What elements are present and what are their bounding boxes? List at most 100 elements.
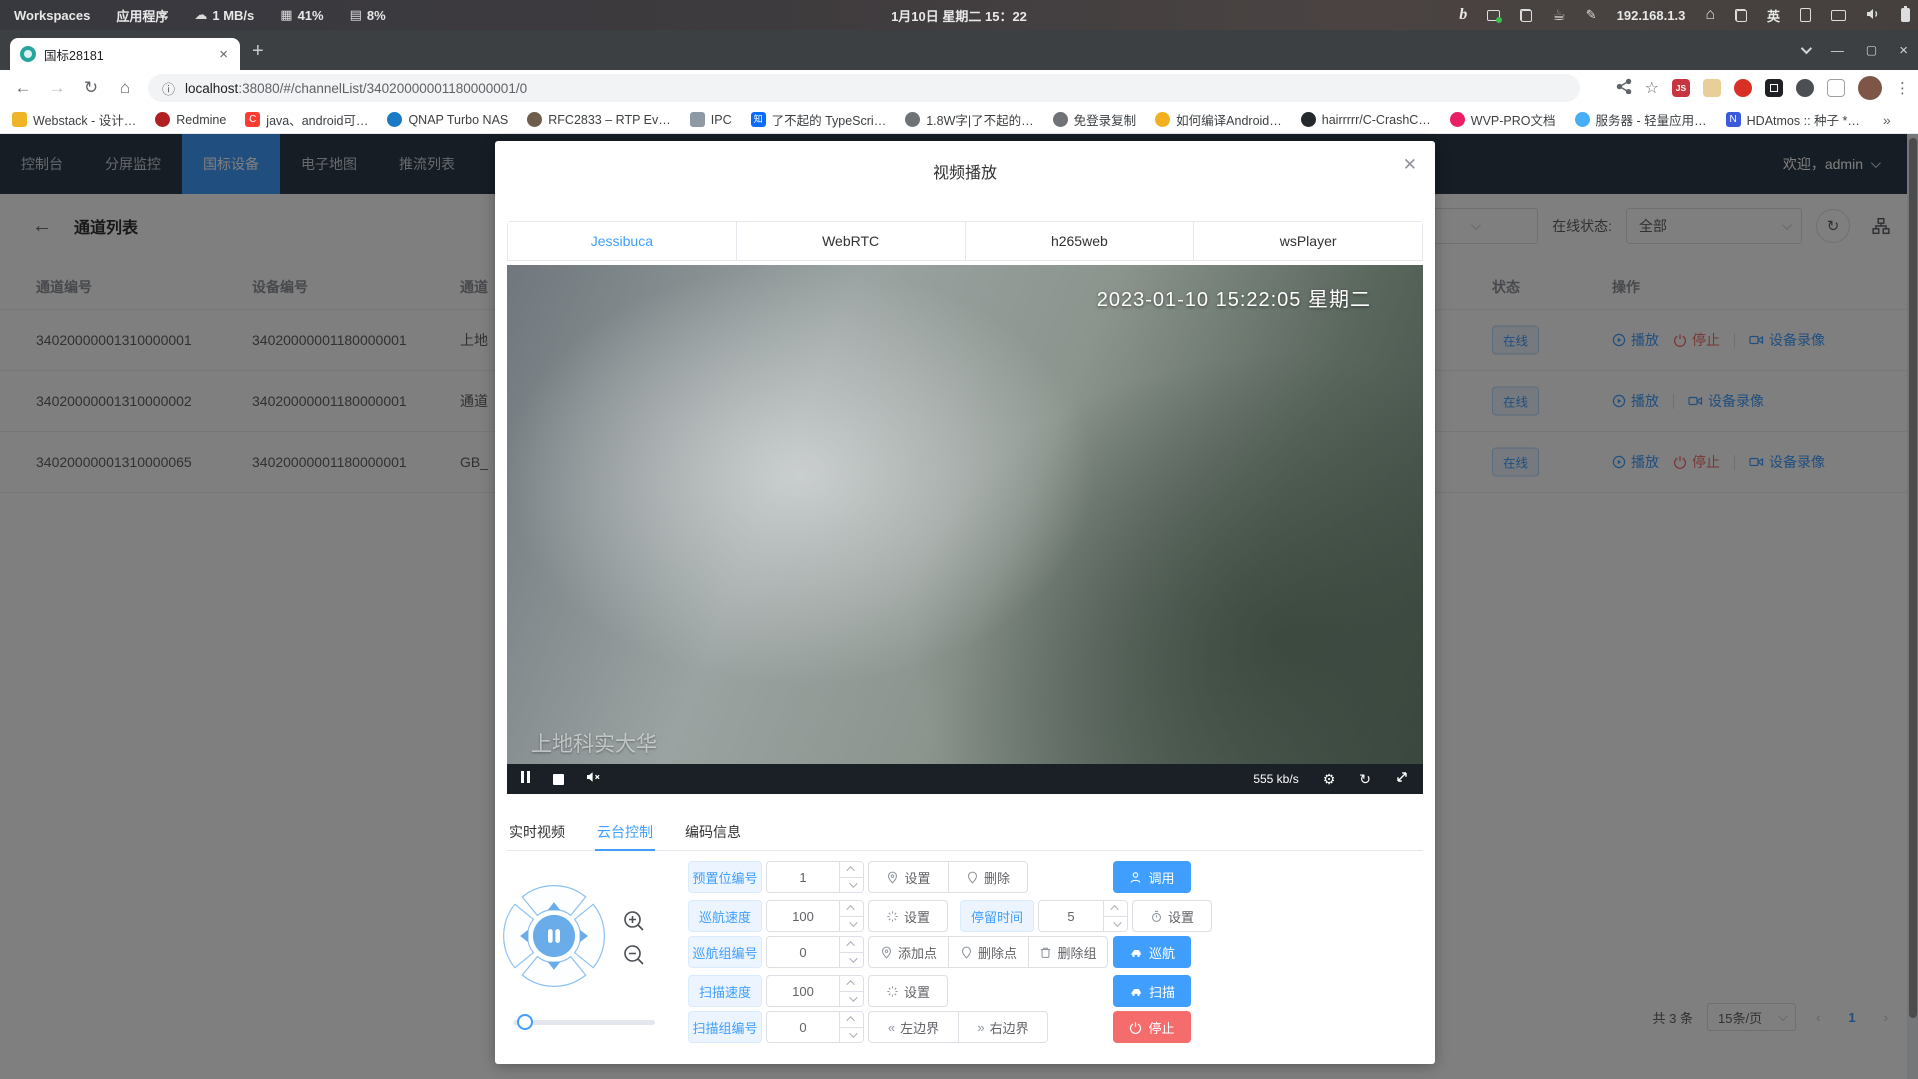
- bookmark-wvp-docs[interactable]: WVP-PRO文档: [1450, 110, 1556, 129]
- spinner-down-icon[interactable]: [849, 1029, 857, 1037]
- pause-button[interactable]: [519, 770, 531, 788]
- ptz-speed-slider[interactable]: [513, 1014, 655, 1030]
- bookmarks-overflow-button[interactable]: »: [1883, 112, 1891, 128]
- profile-avatar[interactable]: [1858, 76, 1882, 100]
- address-bar[interactable]: ⓘ localhost:38080/#/channelList/34020000…: [148, 74, 1580, 102]
- ip-address-indicator[interactable]: 192.168.1.3: [1617, 8, 1686, 23]
- bookmark-github[interactable]: hairrrrr/C-CrashC…: [1301, 112, 1431, 127]
- ptz-left-button[interactable]: [504, 904, 534, 967]
- tab-close-icon[interactable]: ×: [215, 46, 232, 63]
- input-method-indicator[interactable]: 英: [1767, 6, 1780, 25]
- add-point-button[interactable]: 添加点: [868, 936, 948, 968]
- color-picker-tray-icon[interactable]: ✎: [1586, 7, 1597, 23]
- number-spinner[interactable]: [1103, 901, 1127, 931]
- workspaces-button[interactable]: Workspaces: [14, 8, 90, 23]
- stay-time-field[interactable]: [1039, 901, 1103, 931]
- spinner-down-icon[interactable]: [849, 993, 857, 1001]
- tab-encoding-info[interactable]: 编码信息: [683, 813, 743, 850]
- home-button[interactable]: ⌂: [108, 78, 142, 98]
- bookmark-redmine[interactable]: Redmine: [155, 112, 226, 127]
- delete-group-button[interactable]: 删除组: [1028, 936, 1108, 968]
- mute-button[interactable]: [586, 770, 602, 789]
- extension-frame-icon[interactable]: [1827, 79, 1845, 97]
- cpu-usage-indicator[interactable]: ▦ 41%: [280, 7, 323, 23]
- right-boundary-button[interactable]: »右边界: [958, 1011, 1048, 1043]
- scan-group-input[interactable]: [766, 1011, 864, 1043]
- spinner-down-icon[interactable]: [849, 918, 857, 926]
- video-canvas[interactable]: 2023-01-10 15:22:05 星期二 上地科实大华: [507, 265, 1423, 764]
- notes-tray-icon[interactable]: [1487, 10, 1500, 21]
- forward-button[interactable]: →: [40, 78, 74, 98]
- spinner-down-icon[interactable]: [1113, 918, 1121, 926]
- home-tray-icon[interactable]: ⌂: [1705, 6, 1715, 24]
- extensions-puzzle-icon[interactable]: [1796, 79, 1814, 97]
- stay-time-set-button[interactable]: 设置: [1132, 900, 1212, 932]
- volume-icon[interactable]: [1866, 7, 1881, 24]
- ptz-down-button[interactable]: [522, 957, 585, 987]
- stop-button[interactable]: [553, 774, 564, 785]
- spinner-up-icon[interactable]: [846, 1016, 854, 1024]
- coffee-tray-icon[interactable]: ☕: [1552, 6, 1565, 24]
- window-maximize-button[interactable]: ▢: [1866, 43, 1877, 57]
- preset-number-input[interactable]: [766, 861, 864, 893]
- ptz-up-button[interactable]: [522, 886, 585, 916]
- scan-group-field[interactable]: [767, 1012, 839, 1042]
- bookmark-18w[interactable]: 1.8W字|了不起的…: [905, 110, 1033, 129]
- bookmark-hdatmos[interactable]: NHDAtmos :: 种子 *…: [1726, 110, 1860, 129]
- extension-adblock-icon[interactable]: [1734, 79, 1752, 97]
- tab-wsplayer[interactable]: wsPlayer: [1194, 222, 1422, 260]
- cruise-speed-field[interactable]: [767, 901, 839, 931]
- bookmark-webstack[interactable]: Webstack - 设计…: [12, 110, 136, 129]
- window-switcher-icon[interactable]: [1735, 9, 1747, 22]
- delete-point-button[interactable]: 删除点: [948, 936, 1028, 968]
- number-spinner[interactable]: [839, 937, 863, 967]
- gear-icon[interactable]: ⚙: [1323, 771, 1336, 788]
- reload-stream-icon[interactable]: ↻: [1359, 771, 1371, 788]
- network-speed-indicator[interactable]: ☁ 1 MB/s: [194, 7, 254, 23]
- spinner-up-icon[interactable]: [846, 941, 854, 949]
- spinner-up-icon[interactable]: [846, 980, 854, 988]
- preset-value-field[interactable]: [767, 862, 839, 892]
- applications-menu[interactable]: 应用程序: [116, 6, 168, 25]
- stay-time-input[interactable]: [1038, 900, 1128, 932]
- fullscreen-icon[interactable]: [1395, 770, 1409, 789]
- window-close-button[interactable]: ×: [1899, 42, 1908, 59]
- spinner-down-icon[interactable]: [849, 879, 857, 887]
- bookmark-qnap[interactable]: QNAP Turbo NAS: [387, 112, 508, 127]
- bookmark-star-icon[interactable]: ☆: [1645, 78, 1659, 98]
- scan-speed-set-button[interactable]: 设置: [868, 975, 948, 1007]
- number-spinner[interactable]: [839, 976, 863, 1006]
- clipboard-tray-icon[interactable]: [1520, 9, 1532, 22]
- reload-button[interactable]: ↻: [74, 78, 108, 98]
- new-tab-button[interactable]: +: [252, 42, 264, 60]
- tab-webrtc[interactable]: WebRTC: [737, 222, 966, 260]
- zoom-in-button[interactable]: [622, 909, 646, 933]
- tab-h265web[interactable]: h265web: [966, 222, 1195, 260]
- spinner-up-icon[interactable]: [846, 866, 854, 874]
- bing-tray-icon[interactable]: b: [1459, 6, 1467, 24]
- bookmark-android-build[interactable]: 如何编译Android…: [1155, 110, 1282, 129]
- cruise-speed-set-button[interactable]: 设置: [868, 900, 948, 932]
- preset-set-button[interactable]: 设置: [868, 861, 948, 893]
- extension-js-icon[interactable]: JS: [1672, 79, 1690, 97]
- dialog-close-icon[interactable]: ✕: [1403, 155, 1417, 175]
- phone-link-icon[interactable]: [1800, 8, 1811, 22]
- zoom-out-button[interactable]: [622, 943, 646, 967]
- site-info-icon[interactable]: ⓘ: [162, 79, 175, 98]
- bookmark-server[interactable]: 服务器 - 轻量应用…: [1575, 110, 1707, 129]
- tab-jessibuca[interactable]: Jessibuca: [508, 222, 737, 260]
- extension-cookie-icon[interactable]: [1703, 79, 1721, 97]
- spinner-down-icon[interactable]: [849, 954, 857, 962]
- browser-menu-icon[interactable]: ⋮: [1895, 79, 1910, 97]
- bookmark-rfc2833[interactable]: RFC2833 – RTP Ev…: [527, 112, 671, 127]
- left-boundary-button[interactable]: «左边界: [868, 1011, 958, 1043]
- ptz-center-pause-button[interactable]: [533, 915, 575, 957]
- ptz-stop-button[interactable]: 停止: [1113, 1011, 1191, 1043]
- bookmark-typescript[interactable]: 知了不起的 TypeScri…: [751, 110, 887, 129]
- cruise-speed-input[interactable]: [766, 900, 864, 932]
- scan-button[interactable]: 扫描: [1113, 975, 1191, 1007]
- extension-dark-icon[interactable]: [1765, 79, 1783, 97]
- preset-call-button[interactable]: 调用: [1113, 861, 1191, 893]
- battery-icon[interactable]: [1901, 8, 1910, 22]
- number-spinner[interactable]: [839, 1012, 863, 1042]
